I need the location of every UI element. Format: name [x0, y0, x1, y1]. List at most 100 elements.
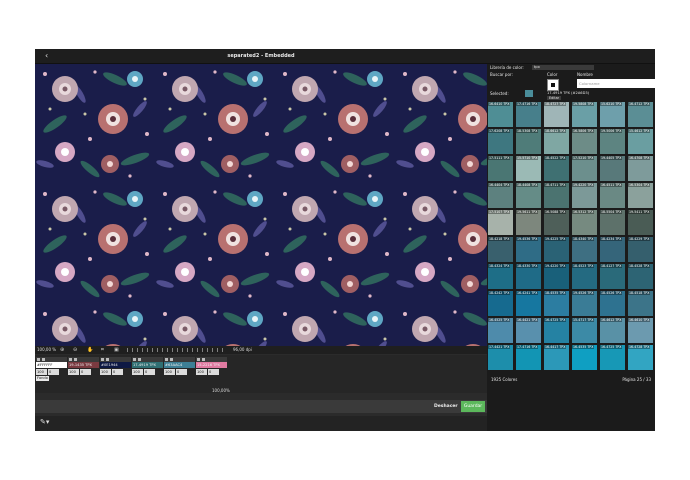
color-cell[interactable]: 18-4127 TPX: [599, 263, 626, 290]
swatch-value-1[interactable]: 100: [68, 369, 79, 375]
color-cell[interactable]: 18-4408 TPX: [515, 182, 542, 209]
color-cell[interactable]: 16-4712 TPX: [627, 101, 654, 128]
color-cell[interactable]: 16-4404 TPX: [487, 182, 514, 209]
color-cell[interactable]: 17-4716 TPX: [515, 344, 542, 371]
eye-icon[interactable]: [101, 358, 104, 361]
zoom-level[interactable]: 100,00 %: [37, 347, 56, 352]
color-cell[interactable]: 16-5304 TPX: [627, 182, 654, 209]
color-cell[interactable]: 16-4725 TPX: [543, 317, 570, 344]
color-cell[interactable]: 18-4523 TPX: [571, 263, 598, 290]
lock-icon[interactable]: [202, 358, 205, 361]
eye-icon[interactable]: [133, 358, 136, 361]
fit-icon[interactable]: ▣: [114, 346, 119, 354]
color-cell[interactable]: 19-4220 TPX: [543, 263, 570, 290]
color-cell[interactable]: 16-4535 TPX: [571, 344, 598, 371]
color-cell[interactable]: 18-4727 TPX: [543, 101, 570, 128]
color-cell[interactable]: 19-5611 TPX: [515, 209, 542, 236]
save-button[interactable]: Guardar: [461, 401, 485, 412]
page-number[interactable]: 25 / 33: [637, 377, 651, 382]
color-cell[interactable]: 17-4421 TPX: [487, 344, 514, 371]
color-cell[interactable]: 17-5210 TPX: [571, 155, 598, 182]
hand-icon[interactable]: ✋: [87, 346, 93, 354]
color-cell[interactable]: 18-5308 TPX: [515, 128, 542, 155]
color-cell[interactable]: 18-4711 TPX: [543, 182, 570, 209]
color-cell[interactable]: 17-4716 TPX: [515, 101, 542, 128]
swatch-value-1[interactable]: 100: [164, 369, 175, 375]
color-picker-box[interactable]: [547, 79, 559, 91]
lock-icon[interactable]: [42, 358, 45, 361]
zoom-in-icon[interactable]: ⊕: [60, 346, 64, 354]
color-cell[interactable]: 18-4528 TPX: [627, 263, 654, 290]
undo-button[interactable]: Deshacer: [431, 402, 461, 411]
color-cell[interactable]: 18-4526 TPX: [599, 290, 626, 317]
crop-icon[interactable]: ⌗: [101, 346, 104, 354]
color-cell[interactable]: 16-4610 TPX: [627, 317, 654, 344]
color-cell[interactable]: 17-5107 TPX: [487, 209, 514, 236]
swatch-value-2[interactable]: 0: [112, 369, 123, 375]
swatch-value-1[interactable]: 100: [196, 369, 207, 375]
color-cell[interactable]: 18-4234 TPX: [599, 236, 626, 263]
color-cell[interactable]: 15-6210 TPX: [599, 101, 626, 128]
swatch-value-2[interactable]: 0: [80, 369, 91, 375]
color-cell[interactable]: 17-5111 TPX: [487, 155, 514, 182]
color-cell[interactable]: 16-4417 TPX: [543, 344, 570, 371]
swatch-value-1[interactable]: 100: [36, 369, 47, 375]
color-cell[interactable]: 15-4612 TPX: [627, 128, 654, 155]
swatch-chip[interactable]: 15-2216 TPX 100 0: [196, 357, 227, 387]
swatch-value-2[interactable]: 0: [48, 369, 59, 375]
color-cell[interactable]: 16-4525 TPX: [487, 317, 514, 344]
swatch-chip[interactable]: #0E1944 100 0: [100, 357, 131, 387]
pattern-canvas[interactable]: [35, 64, 487, 346]
color-cell[interactable]: 18-6612 TPX: [543, 128, 570, 155]
color-cell[interactable]: 15-5710 TPX: [515, 155, 542, 182]
color-cell[interactable]: 18-4522 TPX: [543, 155, 570, 182]
color-cell[interactable]: 16-5312 TPX: [571, 209, 598, 236]
swatch-value-2[interactable]: 0: [144, 369, 155, 375]
color-cell[interactable]: 16-5088 TPX: [543, 209, 570, 236]
swatch-value-2[interactable]: 0: [176, 369, 187, 375]
library-select[interactable]: tpx: [532, 65, 594, 70]
color-cell[interactable]: 18-5504 TPX: [599, 209, 626, 236]
color-cell[interactable]: 16-4241 TPX: [515, 290, 542, 317]
swatch-chip[interactable]: #63AAC4 100 0: [164, 357, 195, 387]
swatch-chip[interactable]: #FFFFFF 100 0 Fondo: [36, 357, 67, 387]
zoom-out-icon[interactable]: ⊖: [73, 346, 77, 354]
color-cell[interactable]: 18-4535 TPX: [543, 290, 570, 317]
swatch-value-2[interactable]: 0: [208, 369, 219, 375]
color-cell[interactable]: 19-5006 TPX: [599, 128, 626, 155]
color-cell[interactable]: 18-4324 TPX: [487, 263, 514, 290]
color-cell[interactable]: 16-4612 TPX: [599, 317, 626, 344]
color-cell[interactable]: 18-4330 TPX: [515, 263, 542, 290]
lock-icon[interactable]: [170, 358, 173, 361]
lock-icon[interactable]: [74, 358, 77, 361]
color-cell[interactable]: 18-4229 TPX: [627, 236, 654, 263]
color-cell[interactable]: 19-4225 TPX: [543, 236, 570, 263]
eye-icon[interactable]: [165, 358, 168, 361]
eye-icon[interactable]: [69, 358, 72, 361]
color-cell[interactable]: 19-5808 TPX: [571, 101, 598, 128]
color-cell[interactable]: 19-5411 TPX: [627, 209, 654, 236]
lock-icon[interactable]: [138, 358, 141, 361]
color-cell[interactable]: 15-4717 TPX: [571, 317, 598, 344]
color-cell[interactable]: 16-4708 TPX: [627, 155, 654, 182]
color-cell[interactable]: 19-4536 TPX: [515, 236, 542, 263]
swatch-value-1[interactable]: 100: [132, 369, 143, 375]
edit-button[interactable]: Editar: [547, 96, 562, 100]
color-cell[interactable]: 19-4220 TPX: [571, 182, 598, 209]
color-cell[interactable]: 16-6410 TPX: [487, 101, 514, 128]
color-cell[interactable]: 18-4242 TPX: [487, 290, 514, 317]
color-cell[interactable]: 16-4511 TPX: [599, 182, 626, 209]
pencil-icon[interactable]: ✎▾: [40, 418, 49, 426]
eye-icon[interactable]: [37, 358, 40, 361]
color-cell[interactable]: 18-4340 TPX: [571, 236, 598, 263]
color-cell[interactable]: 19-4526 TPX: [571, 290, 598, 317]
color-cell[interactable]: 19-4405 TPX: [599, 155, 626, 182]
color-cell[interactable]: 18-4518 TPX: [627, 290, 654, 317]
swatch-chip[interactable]: 17-4919 TPX 100 0: [132, 357, 163, 387]
swatch-chip[interactable]: 19-1435 TPX 100 0: [68, 357, 99, 387]
color-cell[interactable]: 16-5806 TPX: [571, 128, 598, 155]
color-cell[interactable]: 17-6208 TPX: [487, 128, 514, 155]
color-cell[interactable]: 18-4218 TPX: [487, 236, 514, 263]
eye-icon[interactable]: [197, 358, 200, 361]
color-cell[interactable]: 16-4421 TPX: [515, 317, 542, 344]
